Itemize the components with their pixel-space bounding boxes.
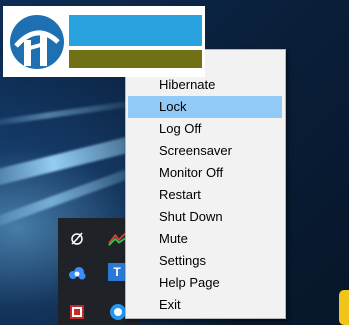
context-menu: y Hibernate Lock Log Off Screensaver Mon… bbox=[125, 49, 286, 319]
menu-item-shut-down[interactable]: Shut Down bbox=[128, 206, 282, 228]
menu-item-settings[interactable]: Settings bbox=[128, 250, 282, 272]
menu-item-mute[interactable]: Mute bbox=[128, 228, 282, 250]
menu-item-screensaver[interactable]: Screensaver bbox=[128, 140, 282, 162]
logo-mark-icon bbox=[10, 15, 64, 69]
menu-item-help-page[interactable]: Help Page bbox=[128, 272, 282, 294]
watermark-logo bbox=[3, 6, 205, 77]
app-icon[interactable] bbox=[67, 302, 87, 322]
menu-item-hibernate[interactable]: Hibernate bbox=[128, 74, 282, 96]
menu-item-log-off[interactable]: Log Off bbox=[128, 118, 282, 140]
menu-item-restart[interactable]: Restart bbox=[128, 184, 282, 206]
scroll-thumb[interactable] bbox=[339, 290, 349, 325]
menu-item-lock[interactable]: Lock bbox=[128, 96, 282, 118]
text-icon[interactable]: T bbox=[108, 263, 126, 281]
logo-bar-blue bbox=[69, 15, 202, 46]
logo-bar-olive bbox=[69, 50, 202, 68]
satellite-icon[interactable] bbox=[67, 228, 87, 248]
menu-item-exit[interactable]: Exit bbox=[128, 294, 282, 316]
cloud-icon[interactable] bbox=[67, 263, 87, 283]
menu-item-monitor-off[interactable]: Monitor Off bbox=[128, 162, 282, 184]
